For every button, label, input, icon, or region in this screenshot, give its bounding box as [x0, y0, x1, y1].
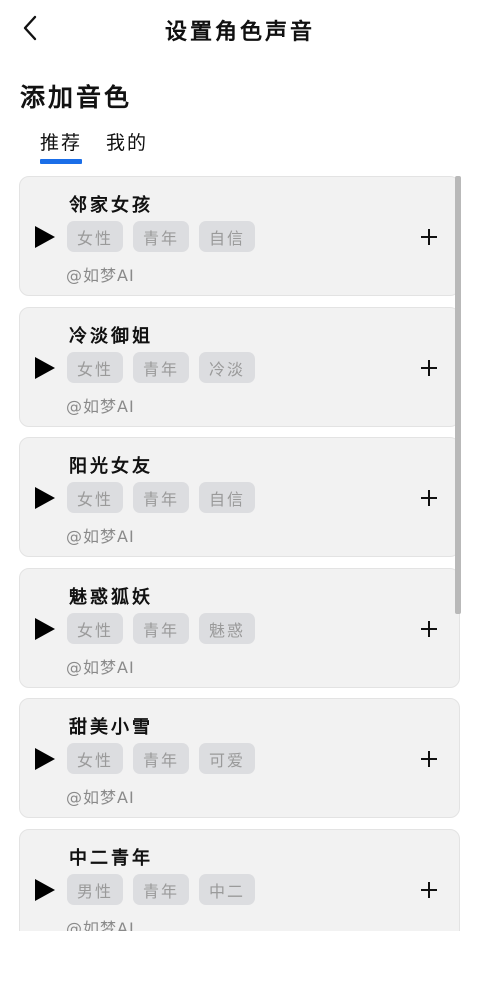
tab-mine[interactable]: 我的 [106, 126, 148, 166]
tag-badge: 魅惑 [199, 613, 255, 644]
add-voice-button[interactable] [418, 357, 440, 379]
tag-badge: 女性 [67, 482, 123, 513]
tag-badge: 女性 [67, 221, 123, 252]
tag-list: 女性 青年 魅惑 [67, 613, 255, 644]
tag-list: 女性 青年 可爱 [67, 743, 255, 774]
play-icon [35, 748, 55, 770]
voice-name: 冷淡御姐 [69, 326, 153, 347]
plus-icon [421, 882, 437, 898]
tab-recommended[interactable]: 推荐 [40, 126, 83, 166]
add-voice-button[interactable] [418, 748, 440, 770]
tab-bar: 推荐 我的 [40, 126, 148, 166]
voice-name: 中二青年 [69, 848, 153, 869]
tag-badge: 青年 [133, 613, 189, 644]
voice-card: 中二青年 男性 青年 中二 @如梦AI [19, 829, 460, 931]
voice-name: 魅惑狐妖 [69, 587, 153, 608]
tag-list: 女性 青年 冷淡 [67, 352, 255, 383]
tag-badge: 青年 [133, 874, 189, 905]
section-title: 添加音色 [20, 83, 133, 112]
play-button[interactable] [34, 225, 56, 249]
tag-list: 女性 青年 自信 [67, 221, 255, 252]
voice-author: @如梦AI [66, 397, 135, 416]
voice-list[interactable]: 邻家女孩 女性 青年 自信 @如梦AI 冷淡御姐 女性 青年 冷淡 @如梦AI … [0, 174, 480, 931]
add-voice-button[interactable] [418, 879, 440, 901]
voice-card: 魅惑狐妖 女性 青年 魅惑 @如梦AI [19, 568, 460, 688]
scrollbar[interactable] [455, 176, 461, 614]
tag-badge: 青年 [133, 221, 189, 252]
tag-badge: 女性 [67, 743, 123, 774]
tag-badge: 青年 [133, 743, 189, 774]
voice-card: 邻家女孩 女性 青年 自信 @如梦AI [19, 176, 460, 296]
play-button[interactable] [34, 878, 56, 902]
play-button[interactable] [34, 356, 56, 380]
play-button[interactable] [34, 617, 56, 641]
voice-card: 冷淡御姐 女性 青年 冷淡 @如梦AI [19, 307, 460, 427]
play-icon [35, 879, 55, 901]
tag-badge: 青年 [133, 352, 189, 383]
plus-icon [421, 751, 437, 767]
tag-badge: 可爱 [199, 743, 255, 774]
voice-author: @如梦AI [66, 919, 135, 931]
add-voice-button[interactable] [418, 487, 440, 509]
play-icon [35, 357, 55, 379]
tag-list: 女性 青年 自信 [67, 482, 255, 513]
plus-icon [421, 621, 437, 637]
tag-badge: 中二 [199, 874, 255, 905]
page-title: 设置角色声音 [164, 20, 315, 45]
tag-badge: 男性 [67, 874, 123, 905]
voice-author: @如梦AI [66, 788, 135, 807]
voice-name: 阳光女友 [69, 456, 153, 477]
voice-name: 甜美小雪 [69, 717, 153, 738]
header-bar: 设置角色声音 [0, 0, 480, 60]
tag-badge: 自信 [199, 482, 255, 513]
voice-name: 邻家女孩 [69, 195, 153, 216]
add-voice-button[interactable] [418, 618, 440, 640]
tag-badge: 冷淡 [199, 352, 255, 383]
play-icon [35, 487, 55, 509]
voice-author: @如梦AI [66, 527, 135, 546]
voice-author: @如梦AI [66, 266, 135, 285]
play-button[interactable] [34, 486, 56, 510]
plus-icon [421, 360, 437, 376]
tag-list: 男性 青年 中二 [67, 874, 255, 905]
voice-card: 阳光女友 女性 青年 自信 @如梦AI [19, 437, 460, 557]
tag-badge: 青年 [133, 482, 189, 513]
bottom-blank-area [0, 931, 480, 989]
plus-icon [421, 490, 437, 506]
plus-icon [421, 229, 437, 245]
tag-badge: 女性 [67, 352, 123, 383]
play-button[interactable] [34, 747, 56, 771]
play-icon [35, 226, 55, 248]
tag-badge: 自信 [199, 221, 255, 252]
voice-author: @如梦AI [66, 658, 135, 677]
play-icon [35, 618, 55, 640]
voice-card: 甜美小雪 女性 青年 可爱 @如梦AI [19, 698, 460, 818]
add-voice-button[interactable] [418, 226, 440, 248]
tag-badge: 女性 [67, 613, 123, 644]
